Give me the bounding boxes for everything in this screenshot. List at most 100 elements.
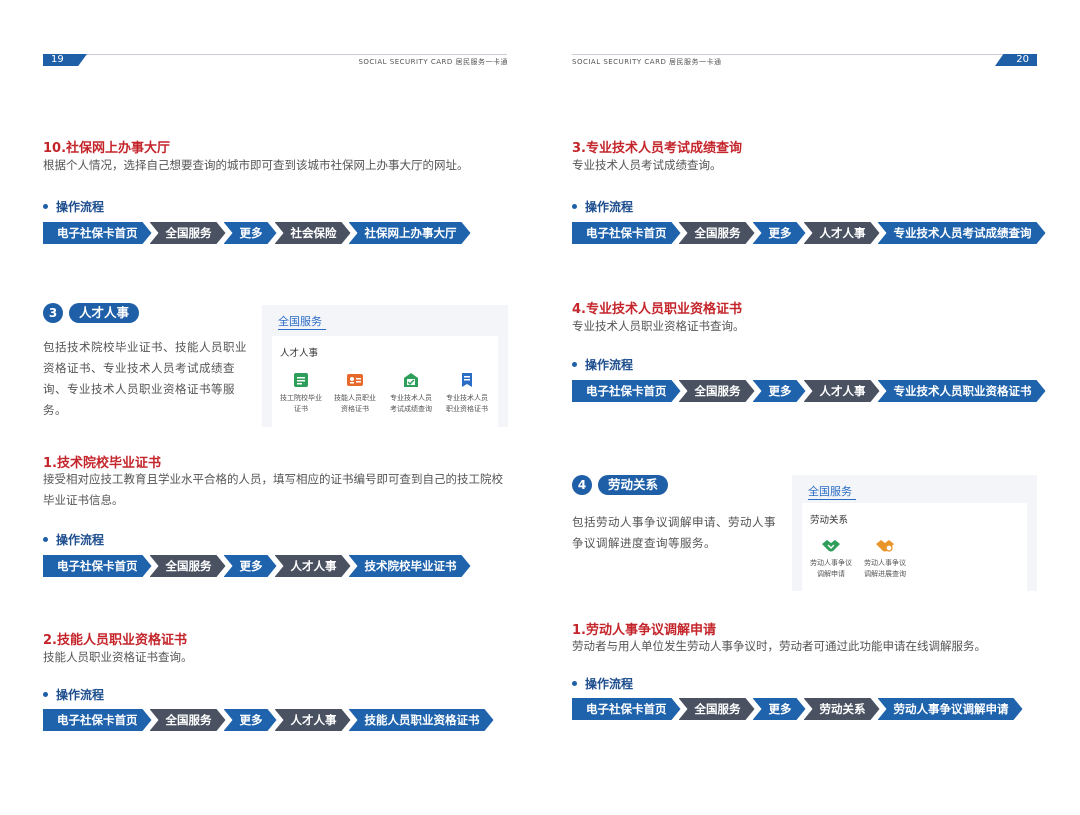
flow-step: 技能人员职业资格证书 — [349, 709, 494, 731]
flow-step: 专业技术人员职业资格证书 — [878, 380, 1046, 402]
card-tab-underline — [808, 499, 856, 500]
item1b-desc: 劳动者与用人单位发生劳动人事争议时，劳动者可通过此功能申请在线调解服务。 — [572, 639, 986, 653]
flow-step: 全国服务 — [150, 555, 226, 577]
card-tab-title[interactable]: 全国服务 — [808, 483, 852, 499]
section4-desc: 包括劳动人事争议调解申请、劳动人事争议调解进度查询等服务。 — [572, 515, 776, 550]
flow-label-text: 操作流程 — [585, 200, 634, 214]
service-label-line1: 专业技术人员 — [390, 394, 432, 402]
section3-desc: 包括技术院校毕业证书、技能人员职业资格证书、专业技术人员考试成绩查询、专业技术人… — [43, 340, 247, 417]
bullet-icon — [572, 204, 577, 209]
flow-label-text: 操作流程 — [585, 358, 634, 372]
service-item-professional-cert[interactable]: 专业技术人员 职业资格证书 — [438, 371, 496, 415]
certificate-icon — [294, 373, 308, 387]
item3-desc: 专业技术人员考试成绩查询。 — [572, 158, 722, 172]
flow-step: 电子社保卡首页 — [43, 222, 152, 244]
flow-step: 全国服务 — [679, 380, 755, 402]
service-item-dispute-mediation-apply[interactable]: 劳动人事争议 调解申请 — [802, 536, 860, 580]
flow-step: 电子社保卡首页 — [572, 222, 681, 244]
bullet-icon — [572, 681, 577, 686]
service-label-line2: 考试成绩查询 — [390, 405, 432, 413]
flow-step: 社会保险 — [275, 222, 351, 244]
flow-step: 社保网上办事大厅 — [349, 222, 471, 244]
item1b-flow: 电子社保卡首页 全国服务 更多 劳动关系 劳动人事争议调解申请 — [572, 698, 1021, 720]
item10-flow-label: 操作流程 — [43, 198, 104, 215]
item1-desc: 接受相对应技工教育且学业水平合格的人员，填写相应的证书编号即可查到自己的技工院校… — [43, 472, 503, 507]
service-label-line2: 资格证书 — [341, 405, 369, 413]
card-tab-underline — [278, 329, 326, 330]
flow-step: 更多 — [753, 380, 806, 402]
flow-step: 技术院校毕业证书 — [349, 555, 471, 577]
handshake-search-icon — [876, 540, 894, 552]
flow-step: 电子社保卡首页 — [572, 380, 681, 402]
bullet-icon — [572, 362, 577, 367]
section3-number: 3 — [43, 303, 63, 323]
flow-label-text: 操作流程 — [585, 677, 634, 691]
service-label-line2: 证书 — [294, 405, 308, 413]
flow-step: 更多 — [753, 222, 806, 244]
flow-step: 人才人事 — [275, 555, 351, 577]
flow-label-text: 操作流程 — [56, 533, 105, 547]
service-label-line1: 劳动人事争议 — [864, 559, 906, 567]
card-inner-title: 劳动关系 — [810, 515, 849, 526]
item3-flow: 电子社保卡首页 全国服务 更多 人才人事 专业技术人员考试成绩查询 — [572, 222, 1044, 244]
service-card-labor: 全国服务 劳动关系 劳动人事争议 调解申请 劳动人事争议 调解进展查询 — [792, 475, 1037, 591]
flow-step: 人才人事 — [804, 222, 880, 244]
card-inner-title: 人才人事 — [280, 348, 319, 359]
card-inner: 人才人事 技工院校毕业 证书 技能人员职业 资格证书 专业技术人员 考试成绩查询… — [272, 336, 498, 427]
section3-badge: 3 人才人事 — [43, 303, 140, 323]
exam-result-icon — [404, 373, 418, 387]
flow-label-text: 操作流程 — [56, 200, 105, 214]
item4-desc: 专业技术人员职业资格证书查询。 — [572, 319, 745, 333]
service-item-technical-school-cert[interactable]: 技工院校毕业 证书 — [272, 371, 330, 415]
bullet-icon — [43, 692, 48, 697]
service-item-dispute-progress-query[interactable]: 劳动人事争议 调解进展查询 — [856, 536, 914, 580]
item10-desc: 根据个人情况，选择自己想要查询的城市即可查到该城市社保网上办事大厅的网址。 — [43, 158, 469, 172]
service-card-talent: 全国服务 人才人事 技工院校毕业 证书 技能人员职业 资格证书 专业技术人员 考… — [262, 305, 508, 427]
service-label-line1: 技能人员职业 — [334, 394, 376, 402]
item3-flow-label: 操作流程 — [572, 198, 633, 215]
flow-step: 人才人事 — [275, 709, 351, 731]
section4-name: 劳动关系 — [598, 475, 669, 495]
section4-number: 4 — [572, 475, 592, 495]
flow-step: 全国服务 — [679, 698, 755, 720]
right-page-number: 20 — [995, 54, 1037, 66]
item2-flow-label: 操作流程 — [43, 686, 104, 703]
service-item-exam-result[interactable]: 专业技术人员 考试成绩查询 — [382, 371, 440, 415]
service-item-skill-cert[interactable]: 技能人员职业 资格证书 — [326, 371, 384, 415]
service-label-line1: 专业技术人员 — [446, 394, 488, 402]
flow-step: 更多 — [224, 222, 277, 244]
flow-step: 全国服务 — [150, 709, 226, 731]
bullet-icon — [43, 204, 48, 209]
left-page-number: 19 — [43, 54, 87, 66]
left-running-header: SOCIAL SECURITY CARD 居民服务一卡通 — [358, 58, 508, 66]
flow-step: 更多 — [224, 555, 277, 577]
item4-flow-label: 操作流程 — [572, 356, 633, 373]
flow-step: 电子社保卡首页 — [43, 555, 152, 577]
section4-badge: 4 劳动关系 — [572, 475, 669, 495]
item10-title: 10.社保网上办事大厅 — [43, 141, 171, 156]
flow-step: 更多 — [753, 698, 806, 720]
item4-title: 4.专业技术人员职业资格证书 — [572, 302, 742, 317]
item4-flow: 电子社保卡首页 全国服务 更多 人才人事 专业技术人员职业资格证书 — [572, 380, 1044, 402]
item2-title: 2.技能人员职业资格证书 — [43, 633, 187, 648]
flow-step: 电子社保卡首页 — [572, 698, 681, 720]
card-inner: 劳动关系 劳动人事争议 调解申请 劳动人事争议 调解进展查询 — [802, 503, 1027, 591]
flow-label-text: 操作流程 — [56, 688, 105, 702]
item1b-flow-label: 操作流程 — [572, 675, 633, 692]
id-card-icon — [347, 374, 363, 386]
item10-flow: 电子社保卡首页 全国服务 更多 社会保险 社保网上办事大厅 — [43, 222, 469, 244]
right-header-rule — [572, 54, 1037, 55]
right-running-header: SOCIAL SECURITY CARD 居民服务一卡通 — [572, 58, 722, 66]
item1-flow: 电子社保卡首页 全国服务 更多 人才人事 技术院校毕业证书 — [43, 555, 469, 577]
flow-step: 劳动关系 — [804, 698, 880, 720]
flow-step: 专业技术人员考试成绩查询 — [878, 222, 1046, 244]
service-label-line1: 劳动人事争议 — [810, 559, 852, 567]
flow-step: 人才人事 — [804, 380, 880, 402]
item2-desc: 技能人员职业资格证书查询。 — [43, 650, 193, 664]
item1-flow-label: 操作流程 — [43, 531, 104, 548]
card-tab-title[interactable]: 全国服务 — [278, 313, 322, 329]
item2-flow: 电子社保卡首页 全国服务 更多 人才人事 技能人员职业资格证书 — [43, 709, 492, 731]
service-label-line2: 调解进展查询 — [864, 570, 906, 578]
flow-step: 全国服务 — [679, 222, 755, 244]
service-label-line2: 调解申请 — [817, 570, 845, 578]
